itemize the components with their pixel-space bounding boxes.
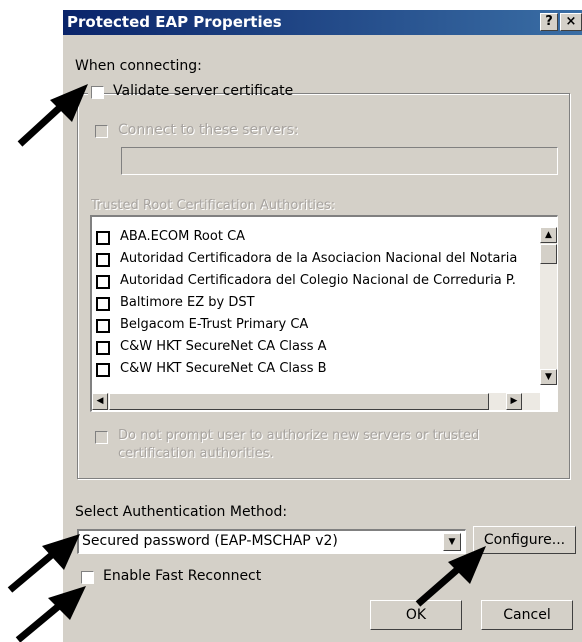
horizontal-scrollbar[interactable]: ◀ ▶ bbox=[92, 393, 540, 410]
connect-servers-checkbox[interactable] bbox=[95, 125, 108, 138]
auth-method-value: Secured password (EAP-MSCHAP v2) bbox=[82, 533, 338, 549]
auth-method-select[interactable]: Secured password (EAP-MSCHAP v2) ▼ bbox=[77, 529, 466, 554]
list-item-label: C&W HKT SecureNet CA Class B bbox=[120, 361, 327, 376]
list-item-checkbox[interactable] bbox=[96, 297, 110, 311]
scroll-left-icon[interactable]: ◀ bbox=[92, 393, 108, 410]
title-bar[interactable]: Protected EAP Properties ? × bbox=[63, 10, 582, 35]
help-button[interactable]: ? bbox=[540, 13, 558, 31]
list-item-checkbox[interactable] bbox=[96, 363, 110, 377]
list-item-label: Belgacom E-Trust Primary CA bbox=[120, 317, 309, 332]
pointer-arrow-icon bbox=[415, 546, 486, 607]
list-item-checkbox[interactable] bbox=[96, 253, 110, 267]
servers-input[interactable] bbox=[121, 147, 558, 175]
pointer-arrow-icon bbox=[15, 586, 86, 642]
scroll-right-icon[interactable]: ▶ bbox=[506, 393, 522, 410]
list-item-label: Autoridad Certificadora del Colegio Naci… bbox=[120, 273, 516, 288]
close-button[interactable]: × bbox=[560, 13, 582, 31]
trusted-root-label: Trusted Root Certification Authorities: bbox=[91, 198, 336, 213]
cancel-button[interactable]: Cancel bbox=[481, 600, 573, 630]
horizontal-scroll-thumb[interactable] bbox=[109, 393, 489, 410]
validate-certificate-label: Validate server certificate bbox=[113, 83, 294, 99]
list-item-checkbox[interactable] bbox=[96, 341, 110, 355]
pointer-arrow-icon bbox=[17, 84, 88, 147]
no-prompt-checkbox[interactable] bbox=[95, 431, 108, 444]
list-item-label: C&W HKT SecureNet CA Class A bbox=[120, 339, 327, 354]
vertical-scrollbar[interactable]: ▲ ▼ bbox=[540, 227, 557, 385]
scroll-thumb[interactable] bbox=[540, 244, 557, 264]
list-item-checkbox[interactable] bbox=[96, 231, 110, 245]
list-item-label: Autoridad Certificadora de la Asociacion… bbox=[120, 251, 518, 266]
when-connecting-label: When connecting: bbox=[75, 58, 202, 74]
list-item-checkbox[interactable] bbox=[96, 319, 110, 333]
scroll-down-icon[interactable]: ▼ bbox=[540, 369, 557, 385]
scroll-up-icon[interactable]: ▲ bbox=[540, 227, 557, 243]
list-item-label: ABA.ECOM Root CA bbox=[120, 229, 246, 244]
trusted-authorities-list[interactable]: ABA.ECOM Root CA Autoridad Certificadora… bbox=[90, 215, 558, 412]
auth-method-label: Select Authentication Method: bbox=[75, 504, 288, 520]
fast-reconnect-label: Enable Fast Reconnect bbox=[103, 568, 262, 584]
connect-servers-label: Connect to these servers: bbox=[118, 122, 299, 138]
list-item-checkbox[interactable] bbox=[96, 275, 110, 289]
protected-eap-dialog: Protected EAP Properties ? × When connec… bbox=[62, 10, 582, 642]
no-prompt-label-line2: certification authorities. bbox=[118, 446, 274, 461]
window-title: Protected EAP Properties bbox=[67, 13, 282, 31]
no-prompt-label-line1: Do not prompt user to authorize new serv… bbox=[118, 428, 480, 443]
list-item-label: Baltimore EZ by DST bbox=[120, 295, 255, 310]
